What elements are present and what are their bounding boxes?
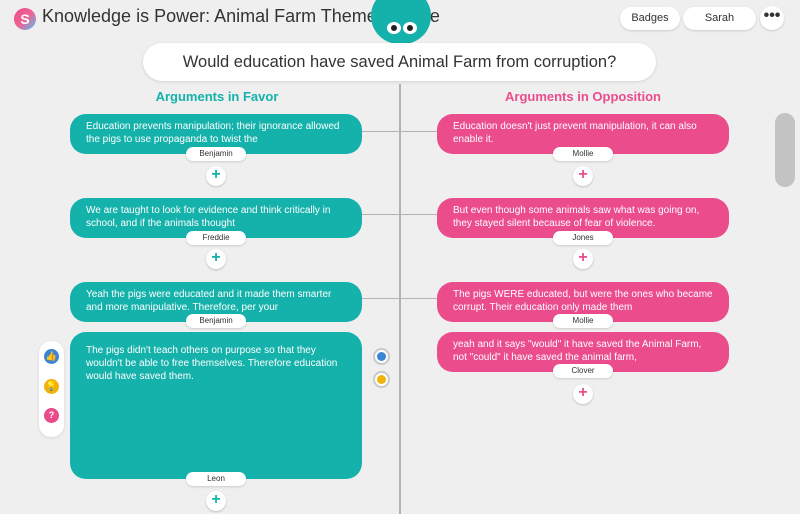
add-reply-button[interactable]: + <box>206 491 226 511</box>
argument-text: yeah and it says "would" it have saved t… <box>453 339 702 363</box>
scrollbar-thumb[interactable] <box>775 113 795 187</box>
author-tag: Leon <box>186 472 246 486</box>
user-button[interactable]: Sarah <box>683 7 756 30</box>
author-tag: Freddie <box>186 231 246 245</box>
add-reply-button[interactable]: + <box>573 384 593 404</box>
column-divider <box>399 84 401 514</box>
argument-text: Education doesn't just prevent manipulat… <box>453 121 697 145</box>
mascot-eye-icon <box>387 22 401 34</box>
author-tag: Clover <box>553 364 613 378</box>
argument-text: But even though some animals saw what wa… <box>453 205 700 229</box>
badges-button[interactable]: Badges <box>620 7 680 30</box>
mascot-icon <box>371 0 431 44</box>
argument-text: Yeah the pigs were educated and it made … <box>86 289 332 313</box>
add-reply-button[interactable]: + <box>206 166 226 186</box>
more-options-button[interactable]: ••• <box>760 6 784 30</box>
add-reply-button[interactable]: + <box>206 249 226 269</box>
author-tag: Jones <box>553 231 613 245</box>
add-reply-button[interactable]: + <box>573 249 593 269</box>
mascot-eye-icon <box>403 22 417 34</box>
opposition-column-title: Arguments in Opposition <box>505 89 661 104</box>
connector-line <box>362 214 438 215</box>
author-tag: Mollie <box>553 314 613 328</box>
debate-question: Would education have saved Animal Farm f… <box>143 43 656 81</box>
author-tag: Benjamin <box>186 314 246 328</box>
lightbulb-icon[interactable]: 💡 <box>44 379 59 394</box>
favor-column-title: Arguments in Favor <box>155 89 279 104</box>
connector-line <box>362 131 438 132</box>
connector-line <box>362 298 438 299</box>
author-tag: Mollie <box>553 147 613 161</box>
add-reply-button[interactable]: + <box>573 166 593 186</box>
author-tag: Benjamin <box>186 147 246 161</box>
argument-text: The pigs WERE educated, but were the one… <box>453 289 713 313</box>
lightbulb-icon[interactable] <box>373 371 390 388</box>
argument-text: The pigs didn't teach others on purpose … <box>86 345 338 382</box>
question-icon[interactable]: ? <box>44 408 59 423</box>
reaction-toolbar: 👍 💡 ? <box>39 341 64 437</box>
argument-text: Education prevents manipulation; their i… <box>86 121 340 145</box>
lightbulb-icon[interactable] <box>373 348 390 365</box>
app-logo[interactable]: S <box>14 8 36 30</box>
argument-text: We are taught to look for evidence and t… <box>86 205 331 229</box>
thumbs-up-icon[interactable]: 👍 <box>44 349 59 364</box>
favor-argument-card-expanded[interactable]: The pigs didn't teach others on purpose … <box>70 332 362 479</box>
